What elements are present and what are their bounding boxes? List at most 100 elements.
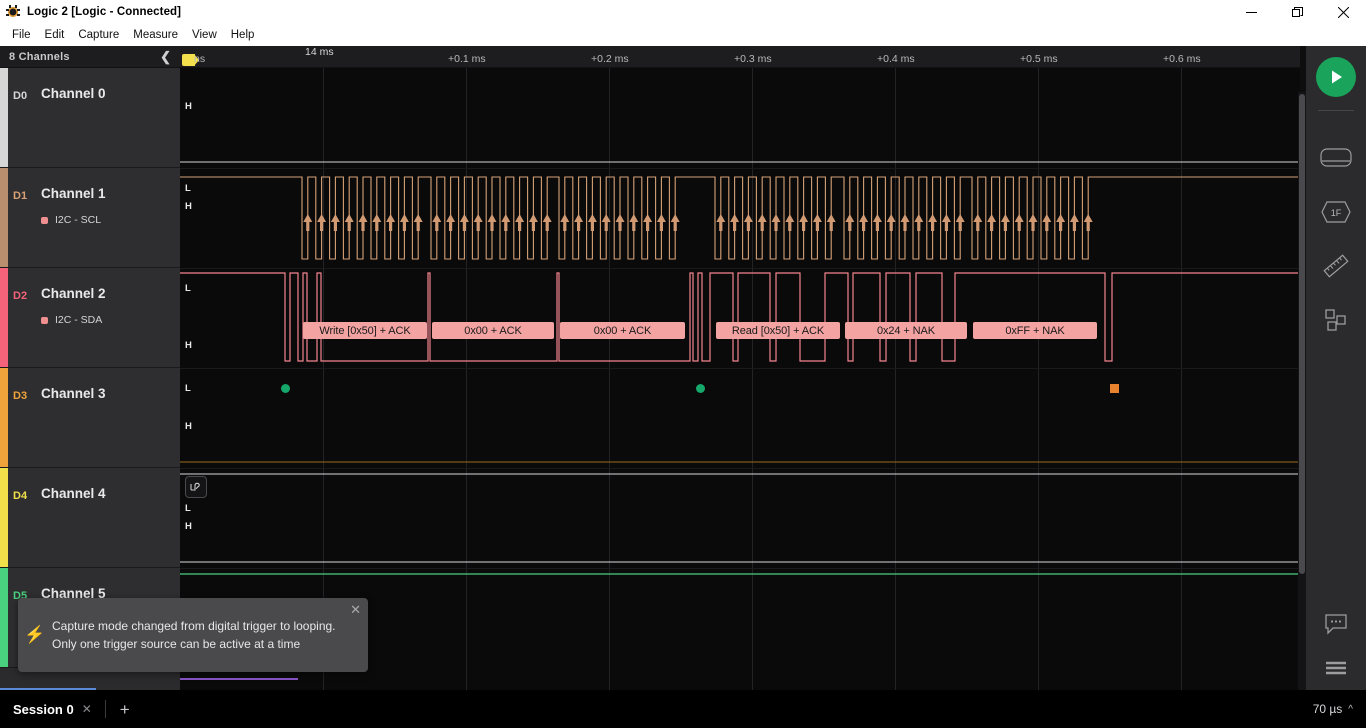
i2c-annotation[interactable]: 0x00 + ACK — [560, 322, 685, 339]
status-bar: Session 0 ✕ + 70 µs ^ — [0, 690, 1366, 728]
channel-row-d4[interactable]: D4 Channel 4 — [0, 468, 180, 568]
ruler-tick-label: +0.5 ms — [1020, 53, 1058, 65]
channel-row-d1[interactable]: D1 Channel 1 I2C - SCL — [0, 168, 180, 268]
chevron-up-icon[interactable]: ^ — [1348, 704, 1353, 715]
graph-vertical-scrollbar[interactable] — [1298, 92, 1306, 728]
play-icon — [1331, 70, 1342, 84]
toast-message: Capture mode changed from digital trigge… — [52, 619, 336, 651]
trigger-badge-button[interactable]: 1F — [1316, 192, 1356, 232]
i2c-annotation[interactable]: 0xFF + NAK — [973, 322, 1097, 339]
channel-name-label: Channel 3 — [41, 386, 106, 401]
extensions-button[interactable] — [1316, 300, 1356, 340]
ruler-tick-label: +0.4 ms — [877, 53, 915, 65]
glitch-waveform-icon[interactable] — [185, 476, 207, 498]
analyzer-color-dot — [41, 216, 48, 224]
channel-id-label: D3 — [13, 390, 28, 402]
waveform-d0 — [180, 161, 1298, 163]
analyzer-badge-sda[interactable]: I2C - SDA — [41, 314, 102, 326]
toolbar-divider — [1318, 110, 1354, 111]
session-tab[interactable]: Session 0 ✕ — [13, 702, 92, 717]
ruler-tick-label: +0.1 ms — [448, 53, 486, 65]
analyzer-label: I2C - SDA — [55, 314, 103, 326]
session-tab-label: Session 0 — [13, 701, 74, 717]
scl-edge-markers — [303, 214, 1093, 231]
ruler-icon — [1323, 254, 1349, 278]
device-settings-button[interactable] — [1316, 138, 1356, 178]
i2c-annotation[interactable]: Write [0x50] + ACK — [303, 322, 427, 339]
channel-row-d2[interactable]: D2 Channel 2 I2C - SDA — [0, 268, 180, 368]
channels-count-label: 8 Channels — [9, 50, 70, 63]
channels-panel-header: 8 Channels ❮ — [0, 46, 180, 68]
notes-button[interactable] — [1316, 604, 1356, 644]
zoom-control[interactable]: 70 µs ^ — [1313, 702, 1353, 716]
ruler-tick-label: +0.2 ms — [591, 53, 629, 65]
menu-capture[interactable]: Capture — [71, 26, 126, 44]
plus-icon[interactable]: + — [120, 701, 130, 718]
trigger-1f-icon: 1F — [1321, 201, 1351, 223]
channel-id-label: D0 — [13, 90, 28, 102]
channel-name-label: Channel 0 — [41, 86, 106, 101]
channel-row-d0[interactable]: D0 Channel 0 — [0, 68, 180, 168]
menu-button[interactable] — [1316, 648, 1356, 688]
toast-close-icon[interactable]: ✕ — [350, 602, 361, 618]
menu-help[interactable]: Help — [224, 26, 262, 44]
waveform-d3 — [180, 461, 1298, 463]
waveform-d2-sda — [180, 272, 1298, 362]
title-bar: Logic 2 [Logic - Connected] — [0, 0, 1366, 24]
main-body: 8 Channels ❮ D0 Channel 0 D1 Channel 1 I… — [0, 46, 1366, 728]
channel-color-stripe — [0, 468, 8, 567]
zoom-level-label: 70 µs — [1312, 702, 1343, 716]
i2c-annotation[interactable]: Read [0x50] + ACK — [716, 322, 840, 339]
menu-edit[interactable]: Edit — [38, 26, 72, 44]
channel-id-label: D2 — [13, 290, 28, 302]
waveform-d4 — [180, 473, 1298, 563]
lightning-bolt-icon: ⚡ — [24, 625, 46, 644]
hamburger-icon — [1326, 661, 1346, 675]
channel-name-label: Channel 4 — [41, 486, 106, 501]
waveform-graph[interactable]: H L H L H L Write [0x50] + ACK 0x00 + AC… — [180, 68, 1300, 690]
channel-row-d3[interactable]: D3 Channel 3 — [0, 368, 180, 468]
channel-color-stripe — [0, 268, 8, 367]
channel-name-label: Channel 2 — [41, 286, 106, 301]
channel-color-stripe — [0, 168, 8, 267]
chevron-left-icon[interactable]: ❮ — [160, 50, 171, 63]
blocks-icon — [1325, 309, 1346, 331]
logic2-window: Logic 2 [Logic - Connected] File Edit Ca… — [0, 0, 1366, 728]
close-icon[interactable]: ✕ — [82, 702, 92, 716]
analyzer-color-dot — [41, 316, 48, 324]
minimize-button[interactable] — [1228, 0, 1274, 24]
right-toolbar: 1F — [1306, 46, 1366, 690]
i2c-annotation[interactable]: 0x24 + NAK — [845, 322, 967, 339]
svg-text:1F: 1F — [1331, 208, 1342, 218]
statusbar-divider — [104, 700, 106, 718]
menu-view[interactable]: View — [185, 26, 224, 44]
channel-color-stripe — [0, 68, 8, 167]
window-title: Logic 2 [Logic - Connected] — [27, 6, 182, 18]
channel-id-label: D1 — [13, 190, 28, 202]
start-capture-button[interactable] — [1316, 57, 1356, 97]
device-icon — [1320, 148, 1352, 167]
ruler-tick-label: +0.6 ms — [1163, 53, 1201, 65]
menu-file[interactable]: File — [5, 26, 38, 44]
analyzer-badge-scl[interactable]: I2C - SCL — [41, 214, 101, 226]
menu-measure[interactable]: Measure — [126, 26, 185, 44]
ruler-tick-label: +0.3 ms — [734, 53, 772, 65]
timeline-ruler[interactable]: 14 ms ns +0.1 ms +0.2 ms +0.3 ms +0.4 ms… — [180, 46, 1300, 68]
scrollbar-thumb[interactable] — [1299, 94, 1305, 574]
window-controls — [1228, 0, 1366, 24]
trigger-time-label: ns — [194, 53, 206, 65]
restore-button[interactable] — [1274, 0, 1320, 24]
comment-icon — [1325, 614, 1347, 635]
logic-bug-icon — [6, 5, 20, 19]
i2c-annotation[interactable]: 0x00 + ACK — [432, 322, 554, 339]
toast-notification: ⚡ Capture mode changed from digital trig… — [18, 598, 368, 672]
channel-color-stripe — [0, 568, 8, 667]
analyzer-label: I2C - SCL — [55, 214, 102, 226]
channels-panel: 8 Channels ❮ D0 Channel 0 D1 Channel 1 I… — [0, 46, 180, 690]
close-button[interactable] — [1320, 0, 1366, 24]
ruler-origin-label: 14 ms — [305, 46, 334, 58]
channel-id-label: D4 — [13, 490, 28, 502]
menu-bar: File Edit Capture Measure View Help — [0, 24, 1366, 46]
channel-name-label: Channel 1 — [41, 186, 106, 201]
measurements-button[interactable] — [1316, 246, 1356, 286]
